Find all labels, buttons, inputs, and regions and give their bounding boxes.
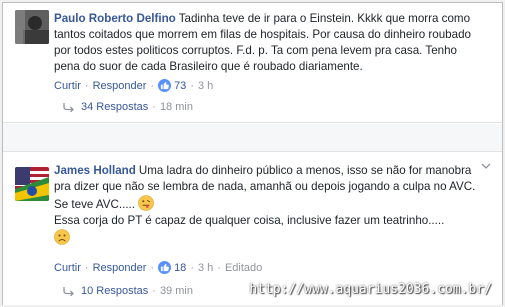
like-count[interactable]: 73: [174, 80, 186, 92]
comment-line: Essa corja do PT é capaz de qualquer coi…: [54, 214, 445, 227]
replies-link[interactable]: 34 Respostas: [81, 101, 148, 113]
comment-text: Paulo Roberto Delfino Tadinha teve de ir …: [54, 11, 484, 75]
chevron-down-icon[interactable]: [480, 160, 492, 172]
comment-time[interactable]: 3 h: [198, 80, 213, 92]
comment-author[interactable]: Paulo Roberto Delfino: [54, 12, 176, 25]
separator: ·: [150, 79, 155, 92]
separator: ·: [152, 285, 156, 297]
like-icon: [158, 261, 172, 274]
comment-time[interactable]: 3 h: [198, 262, 213, 274]
separator: ·: [190, 79, 194, 92]
replies-time: 39 min: [159, 285, 193, 297]
like-count[interactable]: 18: [174, 262, 186, 274]
comment-divider: [3, 124, 502, 151]
reply-arrow-icon: [63, 103, 74, 112]
separator: ·: [150, 261, 155, 274]
like-button[interactable]: Curtir: [54, 262, 81, 274]
replies-time: 18 min: [159, 101, 193, 113]
watermark: http://www.aquarius2036.com.br/: [249, 282, 492, 297]
replies-link[interactable]: 10 Respostas: [81, 285, 148, 297]
separator: ·: [190, 261, 194, 274]
separator: ·: [84, 261, 89, 274]
separator: ·: [152, 101, 156, 113]
like-icon: [158, 79, 172, 92]
comment-text: James Holland Uma ladra do dinheiro públi…: [54, 163, 484, 247]
like-button[interactable]: Curtir: [54, 80, 81, 92]
separator: ·: [217, 261, 221, 274]
frown-emoji-icon: [54, 229, 70, 245]
separator: ·: [84, 79, 89, 92]
comment-james: James Holland Uma ladra do dinheiro públi…: [3, 151, 502, 305]
reply-button[interactable]: Responder: [93, 262, 147, 274]
comment-line: Se teve AVC.....: [54, 198, 135, 211]
comment-author[interactable]: James Holland: [54, 164, 136, 177]
comments-frame: Paulo Roberto Delfino Tadinha teve de ir …: [2, 2, 503, 305]
avatar[interactable]: [15, 167, 49, 201]
comment-actions: Curtir · Responder · 18 · 3 h · Editado: [54, 261, 262, 274]
reply-arrow-icon: [63, 287, 74, 296]
edited-label[interactable]: Editado: [225, 262, 262, 274]
tongue-emoji-icon: [138, 195, 155, 211]
comment-paulo: Paulo Roberto Delfino Tadinha teve de ir …: [3, 3, 502, 123]
reply-button[interactable]: Responder: [93, 80, 147, 92]
replies-row[interactable]: 10 Respostas · 39 min: [63, 285, 193, 297]
avatar[interactable]: [15, 10, 49, 44]
comment-actions: Curtir · Responder · 73 · 3 h: [54, 79, 213, 92]
replies-row[interactable]: 34 Respostas · 18 min: [63, 101, 193, 113]
